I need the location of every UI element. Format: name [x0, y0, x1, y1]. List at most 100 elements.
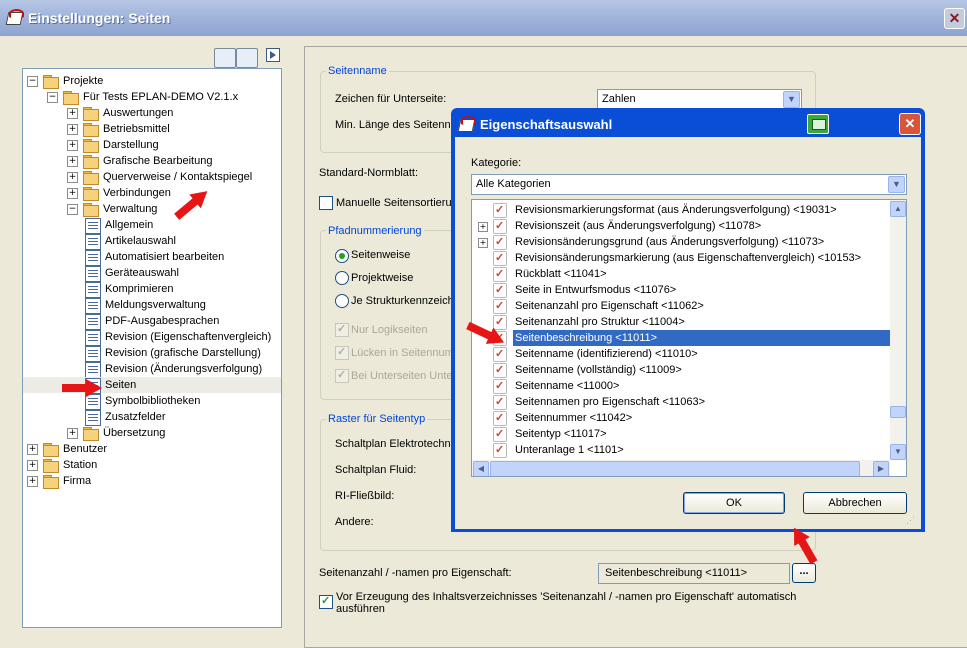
- vor-erzeugung-checkbox[interactable]: [319, 594, 333, 609]
- property-list-item[interactable]: Seitenname (vollständig) <11009>: [472, 362, 890, 378]
- tree-item[interactable]: + Grafische Bearbeitung: [23, 153, 281, 169]
- window-close-button[interactable]: ✕: [944, 8, 965, 29]
- settings-page-icon: [85, 250, 101, 266]
- nur-logikseiten-checkbox[interactable]: [335, 322, 349, 337]
- expand-icon[interactable]: +: [67, 124, 78, 135]
- tree-toolbar-button-2[interactable]: [236, 48, 258, 68]
- property-label: Revisionsänderungsgrund (aus Änderungsve…: [515, 236, 825, 248]
- tree-item[interactable]: + Verbindungen: [23, 185, 281, 201]
- chevron-down-icon[interactable]: ▼: [783, 91, 800, 108]
- tree-item[interactable]: − Projekte: [23, 73, 281, 89]
- seitenanzahl-browse-button[interactable]: ...: [792, 563, 816, 583]
- property-list-item[interactable]: Revisionsmarkierungsformat (aus Änderung…: [472, 202, 890, 218]
- folder-icon: [43, 474, 59, 489]
- expand-icon[interactable]: +: [67, 108, 78, 119]
- vor-erzeugung-label-line2: ausführen: [336, 603, 385, 615]
- play-icon[interactable]: [266, 48, 280, 62]
- collapse-icon[interactable]: −: [47, 92, 58, 103]
- tree-item[interactable]: Allgemein: [23, 217, 281, 234]
- seitenweise-radio[interactable]: [335, 249, 349, 263]
- kategorie-select[interactable]: Alle Kategorien ▼: [471, 174, 907, 195]
- tree-item[interactable]: + Auswertungen: [23, 105, 281, 121]
- luecken-checkbox[interactable]: [335, 345, 349, 360]
- tree-item-label: Meldungsverwaltung: [105, 299, 206, 311]
- cancel-button[interactable]: Abbrechen: [803, 492, 907, 514]
- expand-icon[interactable]: +: [67, 172, 78, 183]
- tree-item[interactable]: Zusatzfelder: [23, 409, 281, 426]
- property-list-item[interactable]: Rückblatt <11041>: [472, 266, 890, 282]
- expand-icon[interactable]: +: [27, 444, 38, 455]
- unterseiten-label: Bei Unterseiten Unter: [351, 370, 457, 382]
- dialog-close-button[interactable]: ✕: [899, 113, 921, 135]
- manuelle-sortierung-checkbox[interactable]: [319, 196, 333, 210]
- tree-item[interactable]: Revision (grafische Darstellung): [23, 345, 281, 362]
- expand-icon[interactable]: +: [67, 156, 78, 167]
- print-icon[interactable]: [807, 114, 829, 134]
- tree-item[interactable]: Revision (Änderungsverfolgung): [23, 361, 281, 378]
- property-list-item[interactable]: Seitenanzahl pro Eigenschaft <11062>: [472, 298, 890, 314]
- strukturkennzeichen-radio[interactable]: [335, 294, 349, 308]
- scroll-right-icon[interactable]: ▶: [873, 461, 889, 476]
- projektweise-radio[interactable]: [335, 271, 349, 285]
- property-list-item[interactable]: Seitenname (identifizierend) <11010>: [472, 346, 890, 362]
- tree-item[interactable]: Symbolbibliotheken: [23, 393, 281, 410]
- tree-item-label: Verbindungen: [103, 187, 171, 199]
- property-list-item[interactable]: Seitentyp <11017>: [472, 426, 890, 442]
- tree-item[interactable]: + Querverweise / Kontaktspiegel: [23, 169, 281, 185]
- scroll-down-icon[interactable]: ▼: [890, 444, 906, 460]
- vertical-scrollbar[interactable]: ▲ ▼: [890, 200, 906, 460]
- tree-item[interactable]: Automatisiert bearbeiten: [23, 249, 281, 266]
- expand-icon[interactable]: +: [67, 428, 78, 439]
- ri-fliessbild-label: RI-Fließbild:: [335, 490, 395, 502]
- tree-item[interactable]: Revision (Eigenschaftenvergleich): [23, 329, 281, 346]
- tree-item[interactable]: + Firma: [23, 473, 281, 489]
- scroll-left-icon[interactable]: ◀: [473, 461, 489, 476]
- property-list-item[interactable]: Seitenbeschreibung <11011>: [472, 330, 893, 346]
- expand-icon[interactable]: +: [27, 460, 38, 471]
- manuelle-sortierung-label: Manuelle Seitensortierun: [336, 197, 458, 209]
- folder-icon: [83, 170, 99, 185]
- expand-icon[interactable]: +: [478, 222, 488, 232]
- tree-item-label: Symbolbibliotheken: [105, 395, 201, 407]
- tree-item[interactable]: + Betriebsmittel: [23, 121, 281, 137]
- ok-button[interactable]: OK: [683, 492, 785, 514]
- collapse-icon[interactable]: −: [27, 76, 38, 87]
- scroll-thumb-horizontal[interactable]: [490, 461, 860, 476]
- property-list-item[interactable]: + Revisionsänderungsgrund (aus Änderungsv…: [472, 234, 890, 250]
- expand-icon[interactable]: +: [478, 238, 488, 248]
- property-list-item[interactable]: Seitennummer <11042>: [472, 410, 890, 426]
- tree-item[interactable]: Artikelauswahl: [23, 233, 281, 250]
- expand-icon[interactable]: +: [67, 140, 78, 151]
- chevron-down-icon[interactable]: ▼: [888, 176, 905, 193]
- unterseiten-checkbox[interactable]: [335, 368, 349, 383]
- property-list-item[interactable]: Unteranlage 1 <1101>: [472, 442, 890, 458]
- tree-item[interactable]: + Station: [23, 457, 281, 473]
- tree-item[interactable]: Komprimieren: [23, 281, 281, 298]
- tree-item[interactable]: + Übersetzung: [23, 425, 281, 441]
- tree-item[interactable]: Geräteauswahl: [23, 265, 281, 282]
- scroll-thumb[interactable]: [890, 406, 906, 418]
- tree-item[interactable]: − Für Tests EPLAN-DEMO V2.1.x: [23, 89, 281, 105]
- zeichen-select[interactable]: Zahlen ▼: [597, 89, 802, 110]
- collapse-icon[interactable]: −: [67, 204, 78, 215]
- scroll-up-icon[interactable]: ▲: [890, 201, 906, 217]
- property-list-item[interactable]: Seitenname <11000>: [472, 378, 890, 394]
- property-list-item[interactable]: Revisionsänderungsmarkierung (aus Eigens…: [472, 250, 890, 266]
- tree-item[interactable]: Meldungsverwaltung: [23, 297, 281, 314]
- tree-item[interactable]: PDF-Ausgabesprachen: [23, 313, 281, 330]
- property-list[interactable]: Revisionsmarkierungsformat (aus Änderung…: [471, 199, 907, 477]
- property-list-item[interactable]: Seitennamen pro Eigenschaft <11063>: [472, 394, 890, 410]
- property-list-item[interactable]: Seitenanzahl pro Struktur <11004>: [472, 314, 890, 330]
- horizontal-scrollbar[interactable]: ◀ ▶: [472, 460, 890, 476]
- tree-item[interactable]: + Benutzer: [23, 441, 281, 457]
- tree-item[interactable]: + Darstellung: [23, 137, 281, 153]
- property-list-item[interactable]: + Revisionszeit (aus Änderungsverfolgung)…: [472, 218, 890, 234]
- tree-item[interactable]: − Verwaltung: [23, 201, 281, 217]
- settings-tree[interactable]: − Projekte − Für Tests EPLAN-DEMO V2.1.x + Au…: [22, 68, 282, 628]
- tree-toolbar-button-1[interactable]: [214, 48, 236, 68]
- property-list-item[interactable]: Seite in Entwurfsmodus <11076>: [472, 282, 890, 298]
- resize-grip-icon[interactable]: ⋰: [906, 515, 915, 526]
- expand-icon[interactable]: +: [67, 188, 78, 199]
- property-label: Seitennamen pro Eigenschaft <11063>: [515, 396, 705, 408]
- expand-icon[interactable]: +: [27, 476, 38, 487]
